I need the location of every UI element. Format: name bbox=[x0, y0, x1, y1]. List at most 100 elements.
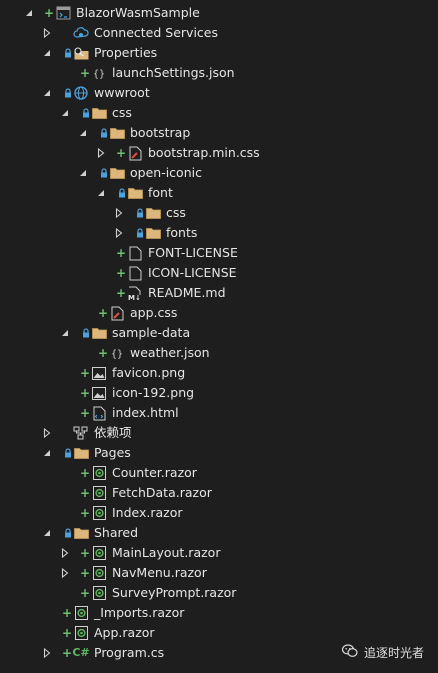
source-control-marker bbox=[90, 123, 108, 143]
svg-text:M↓: M↓ bbox=[128, 294, 141, 301]
tree-item-blazorwasmsample[interactable]: + BlazorWasmSample bbox=[0, 3, 438, 23]
tree-item-imports-razor[interactable]: + _Imports.razor bbox=[0, 603, 438, 623]
connected-services-icon bbox=[73, 23, 89, 43]
source-control-marker: + bbox=[72, 383, 90, 403]
added-plus-icon: + bbox=[61, 606, 72, 620]
expanded-chevron-icon[interactable] bbox=[42, 43, 52, 63]
tree-item-label: css bbox=[112, 105, 132, 120]
tree-item-bootstrap-min-css[interactable]: + bootstrap.min.css bbox=[0, 143, 438, 163]
tree-item-font[interactable]: font bbox=[0, 183, 438, 203]
collapsed-chevron-icon[interactable] bbox=[42, 23, 52, 43]
collapsed-chevron-icon[interactable] bbox=[42, 423, 52, 443]
tree-item-icon-license[interactable]: + ICON-LICENSE bbox=[0, 263, 438, 283]
collapsed-chevron-icon[interactable] bbox=[60, 543, 70, 563]
tree-item-label: App.razor bbox=[94, 625, 155, 640]
lock-icon bbox=[82, 328, 90, 338]
expanded-chevron-icon[interactable] bbox=[24, 3, 34, 23]
lock-icon bbox=[64, 88, 72, 98]
razor-file-icon bbox=[91, 583, 107, 603]
tree-item-label: font bbox=[148, 185, 173, 200]
tree-item-connected-services[interactable]: Connected Services bbox=[0, 23, 438, 43]
expanded-chevron-icon[interactable] bbox=[42, 443, 52, 463]
tree-item-wwwroot[interactable]: wwwroot bbox=[0, 83, 438, 103]
tree-item-icon-192-png[interactable]: + icon-192.png bbox=[0, 383, 438, 403]
source-control-marker: + bbox=[54, 623, 72, 643]
tree-item-bootstrap[interactable]: bootstrap bbox=[0, 123, 438, 143]
source-control-marker: + bbox=[72, 563, 90, 583]
tree-item-label: FetchData.razor bbox=[112, 485, 212, 500]
added-plus-icon: + bbox=[79, 406, 90, 420]
source-control-marker: + bbox=[54, 603, 72, 623]
source-control-marker bbox=[54, 43, 72, 63]
tree-item-label: fonts bbox=[166, 225, 198, 240]
tree-item-依赖项[interactable]: 依赖项 bbox=[0, 423, 438, 443]
tree-item-app-css[interactable]: + app.css bbox=[0, 303, 438, 323]
razor-file-icon bbox=[91, 463, 107, 483]
tree-item-label: icon-192.png bbox=[112, 385, 195, 400]
added-plus-icon: + bbox=[115, 266, 126, 280]
tree-item-readme-md[interactable]: + M↓ README.md bbox=[0, 283, 438, 303]
lock-icon bbox=[100, 168, 108, 178]
tree-item-launchsettings-json[interactable]: +{} launchSettings.json bbox=[0, 63, 438, 83]
source-control-marker: + bbox=[90, 343, 108, 363]
added-plus-icon: + bbox=[115, 286, 126, 300]
tree-item-counter-razor[interactable]: + Counter.razor bbox=[0, 463, 438, 483]
html-file-icon bbox=[91, 403, 107, 423]
expanded-chevron-icon[interactable] bbox=[42, 83, 52, 103]
tree-item-open-iconic[interactable]: open-iconic bbox=[0, 163, 438, 183]
image-file-icon bbox=[91, 383, 107, 403]
source-control-marker: + bbox=[72, 483, 90, 503]
json-file-icon: {} bbox=[91, 63, 107, 83]
tree-item-mainlayout-razor[interactable]: + MainLayout.razor bbox=[0, 543, 438, 563]
expanded-chevron-icon[interactable] bbox=[78, 163, 88, 183]
tree-item-index-razor[interactable]: + Index.razor bbox=[0, 503, 438, 523]
tree-item-label: FONT-LICENSE bbox=[148, 245, 238, 260]
collapsed-chevron-icon[interactable] bbox=[114, 203, 124, 223]
source-control-marker bbox=[54, 443, 72, 463]
collapsed-chevron-icon[interactable] bbox=[96, 143, 106, 163]
razor-file-icon bbox=[73, 603, 89, 623]
added-plus-icon: + bbox=[43, 6, 54, 20]
tree-item-label: wwwroot bbox=[94, 85, 150, 100]
tree-item-shared[interactable]: Shared bbox=[0, 523, 438, 543]
svg-text:{}: {} bbox=[111, 349, 123, 360]
expanded-chevron-icon[interactable] bbox=[42, 523, 52, 543]
tree-item-font-license[interactable]: + FONT-LICENSE bbox=[0, 243, 438, 263]
tree-item-fetchdata-razor[interactable]: + FetchData.razor bbox=[0, 483, 438, 503]
expanded-chevron-icon[interactable] bbox=[96, 183, 106, 203]
tree-item-weather-json[interactable]: +{} weather.json bbox=[0, 343, 438, 363]
expanded-chevron-icon[interactable] bbox=[60, 323, 70, 343]
lock-icon bbox=[64, 528, 72, 538]
collapsed-chevron-icon[interactable] bbox=[114, 223, 124, 243]
solution-explorer-tree: + BlazorWasmSample Connected Services Prope… bbox=[0, 3, 438, 663]
tree-item-app-razor[interactable]: + App.razor bbox=[0, 623, 438, 643]
lock-icon bbox=[136, 208, 144, 218]
tree-item-label: Pages bbox=[94, 445, 131, 460]
tree-item-css[interactable]: css bbox=[0, 203, 438, 223]
tree-item-navmenu-razor[interactable]: + NavMenu.razor bbox=[0, 563, 438, 583]
tree-item-fonts[interactable]: fonts bbox=[0, 223, 438, 243]
source-control-marker: + bbox=[108, 283, 126, 303]
tree-item-pages[interactable]: Pages bbox=[0, 443, 438, 463]
properties-folder-icon bbox=[73, 43, 89, 63]
tree-item-css[interactable]: css bbox=[0, 103, 438, 123]
tree-item-favicon-png[interactable]: + favicon.png bbox=[0, 363, 438, 383]
tree-item-sample-data[interactable]: sample-data bbox=[0, 323, 438, 343]
source-control-marker: + bbox=[72, 63, 90, 83]
json-file-icon: {} bbox=[109, 343, 125, 363]
svg-text:{}: {} bbox=[93, 69, 105, 80]
razor-file-icon bbox=[91, 563, 107, 583]
markdown-file-icon: M↓ bbox=[127, 283, 143, 303]
expanded-chevron-icon[interactable] bbox=[78, 123, 88, 143]
expanded-chevron-icon[interactable] bbox=[60, 103, 70, 123]
tree-item-surveyprompt-razor[interactable]: + SurveyPrompt.razor bbox=[0, 583, 438, 603]
tree-item-index-html[interactable]: + index.html bbox=[0, 403, 438, 423]
source-control-marker bbox=[54, 423, 72, 443]
lock-icon bbox=[82, 108, 90, 118]
tree-item-properties[interactable]: Properties bbox=[0, 43, 438, 63]
added-plus-icon: + bbox=[79, 466, 90, 480]
collapsed-chevron-icon[interactable] bbox=[42, 643, 52, 663]
tree-item-label: sample-data bbox=[112, 325, 191, 340]
collapsed-chevron-icon[interactable] bbox=[60, 563, 70, 583]
added-plus-icon: + bbox=[79, 386, 90, 400]
